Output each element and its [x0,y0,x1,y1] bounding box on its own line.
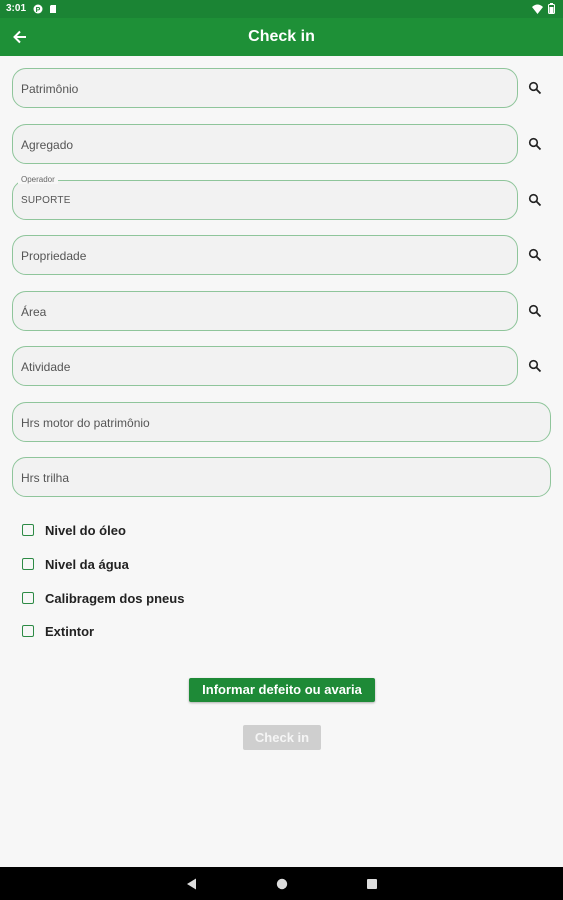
checkbox-box[interactable] [22,625,34,637]
operador-value: SUPORTE [21,195,71,206]
search-icon[interactable] [528,137,542,151]
hrs-trilha-field[interactable]: Hrs trilha [12,457,551,497]
check-in-button[interactable]: Check in [243,725,321,750]
checkbox-box[interactable] [22,524,34,536]
checkbox-label: Nivel da água [45,556,129,572]
search-icon[interactable] [528,359,542,373]
checkbox-label: Extintor [45,623,95,639]
app-bar: Check in [0,18,563,56]
checkbox-nivel-oleo[interactable]: Nivel do óleo [22,521,126,539]
system-nav-bar [0,867,563,900]
area-field[interactable]: Área [12,291,518,331]
checkbox-box[interactable] [22,558,34,570]
propriedade-field[interactable]: Propriedade [12,235,518,275]
checkbox-calibragem-pneus[interactable]: Calibragem dos pneus [22,589,184,607]
checkbox-extintor[interactable]: Extintor [22,622,94,640]
search-icon[interactable] [528,81,542,95]
checkbox-label: Nivel do óleo [45,522,126,538]
hrs-trilha-placeholder: Hrs trilha [21,471,70,485]
operador-field[interactable]: Operador SUPORTE [12,175,518,220]
hrs-motor-placeholder: Hrs motor do patrimônio [21,416,150,430]
page-title: Check in [248,28,315,45]
recents-nav-icon[interactable] [367,879,377,889]
svg-text:P: P [36,7,41,14]
home-nav-icon[interactable] [276,878,288,890]
patrimonio-field[interactable]: Patrimônio [12,68,518,108]
checkbox-nivel-agua[interactable]: Nivel da água [22,555,129,573]
search-icon[interactable] [528,193,542,207]
checkbox-box[interactable] [22,592,34,604]
checkbox-label: Calibragem dos pneus [45,590,185,606]
area-placeholder: Área [21,305,47,319]
search-icon[interactable] [528,304,542,318]
app-notification-icon: P [33,4,43,14]
status-bar: 3:01 P [0,0,563,18]
propriedade-placeholder: Propriedade [21,249,87,263]
wifi-icon [532,4,543,14]
hrs-motor-field[interactable]: Hrs motor do patrimônio [12,402,551,442]
sd-card-icon [50,5,56,13]
atividade-placeholder: Atividade [21,360,71,374]
back-nav-icon[interactable] [186,878,197,890]
atividade-field[interactable]: Atividade [12,346,518,386]
agregado-placeholder: Agregado [21,138,74,152]
status-time: 3:01 [6,3,27,14]
search-icon[interactable] [528,248,542,262]
operador-label: Operador [18,175,58,184]
battery-icon [548,3,555,14]
agregado-field[interactable]: Agregado [12,124,518,164]
patrimonio-placeholder: Patrimônio [21,82,79,96]
report-defect-button[interactable]: Informar defeito ou avaria [189,678,375,702]
